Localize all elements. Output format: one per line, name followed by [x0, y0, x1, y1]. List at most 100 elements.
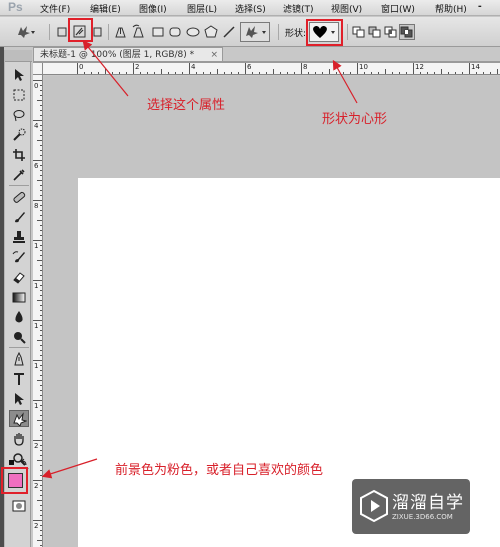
ruler-minor-tick	[84, 72, 85, 74]
bandage-icon	[13, 191, 26, 203]
ruler-tick	[33, 200, 42, 201]
ruler-minor-tick	[175, 72, 176, 74]
rectangle-option[interactable]	[151, 25, 165, 39]
menu-view[interactable]: 视图(V)	[331, 2, 362, 15]
menu-filter[interactable]: 滤镜(T)	[283, 2, 314, 15]
intersect-shape-option[interactable]	[384, 24, 398, 40]
ruler-minor-tick	[287, 72, 288, 74]
ruler-minor-tick	[98, 72, 99, 74]
ruler-minor-tick	[308, 72, 309, 74]
pen-tool-option[interactable]	[113, 24, 127, 40]
path-selection-tool[interactable]	[9, 390, 29, 407]
fill-pixels-option[interactable]	[93, 25, 103, 39]
dodge-tool[interactable]	[9, 328, 29, 345]
ruler-label: 0	[34, 82, 39, 90]
clone-stamp-tool[interactable]	[9, 228, 29, 245]
ruler-tick	[33, 360, 42, 361]
ruler-label: 1	[34, 242, 39, 250]
crop-tool[interactable]	[9, 146, 29, 163]
blur-tool[interactable]	[9, 308, 29, 325]
ruler-label: 1	[34, 362, 39, 370]
line-option[interactable]	[222, 25, 236, 39]
custom-shape-option[interactable]	[240, 22, 270, 42]
ruler-minor-tick	[40, 525, 42, 526]
ruler-minor-tick	[40, 175, 42, 176]
ruler-minor-tick	[40, 210, 42, 211]
ruler-minor-tick	[40, 110, 42, 111]
crop-icon	[13, 148, 25, 161]
subtract-shape-option[interactable]	[368, 24, 382, 40]
ruler-minor-tick	[40, 225, 42, 226]
type-icon	[14, 372, 24, 385]
gradient-icon	[12, 292, 26, 302]
menu-select[interactable]: 选择(S)	[235, 2, 266, 15]
ruler-tick	[77, 63, 78, 74]
vertical-ruler[interactable]: 0 4 6 8 1 1 1 1 1 2 2 2	[33, 75, 43, 547]
rounded-rectangle-option[interactable]	[168, 25, 182, 39]
marquee-tool[interactable]	[9, 86, 29, 103]
ruler-minor-tick	[40, 250, 42, 251]
quick-selection-tool[interactable]	[9, 126, 29, 143]
menu-edit[interactable]: 编辑(E)	[90, 2, 121, 15]
ruler-tick	[413, 63, 414, 74]
healing-brush-tool[interactable]	[9, 188, 29, 205]
freeform-pen-option[interactable]	[131, 24, 145, 40]
exclude-overlap-option[interactable]	[399, 24, 415, 40]
menu-image[interactable]: 图像(I)	[139, 2, 167, 15]
menu-file[interactable]: 文件(F)	[40, 2, 70, 15]
ruler-tick	[133, 63, 134, 74]
ruler-minor-tick	[40, 165, 42, 166]
ruler-label: 0	[79, 63, 84, 71]
close-tab-button[interactable]: ×	[210, 48, 218, 62]
eyedropper-tool[interactable]	[9, 166, 29, 183]
eraser-tool[interactable]	[9, 268, 29, 285]
polygon-option[interactable]	[204, 25, 218, 39]
line-icon	[223, 26, 235, 38]
ruler-minor-tick	[40, 295, 42, 296]
document-tab[interactable]: 未标题-1 @ 100% (图层 1, RGB/8) * ×	[33, 47, 223, 62]
ruler-tick	[33, 80, 42, 81]
quick-mask-button[interactable]	[9, 497, 29, 514]
shape-layers-option[interactable]	[56, 25, 68, 39]
ruler-minor-tick	[252, 72, 253, 74]
custom-shape-tool[interactable]	[9, 410, 29, 427]
tool-preset-picker[interactable]	[14, 24, 36, 40]
pen-tool[interactable]	[9, 350, 29, 367]
rounded-rectangle-icon	[169, 27, 181, 37]
paths-option-highlight	[68, 18, 93, 42]
ruler-minor-tick	[462, 72, 463, 74]
add-to-shape-area-option[interactable]	[352, 24, 366, 40]
ruler-minor-tick	[476, 72, 477, 74]
ruler-minor-tick	[273, 69, 274, 74]
horizontal-ruler[interactable]: 0246810121416	[43, 63, 500, 75]
ruler-minor-tick	[434, 72, 435, 74]
ruler-minor-tick	[40, 105, 42, 106]
lasso-tool[interactable]	[9, 106, 29, 123]
ruler-minor-tick	[259, 72, 260, 74]
ruler-minor-tick	[40, 395, 42, 396]
ellipse-option[interactable]	[186, 25, 200, 39]
menu-window[interactable]: 窗口(W)	[381, 2, 415, 15]
tools-panel-grip[interactable]	[5, 50, 32, 62]
ruler-minor-tick	[40, 185, 42, 186]
ruler-minor-tick	[40, 90, 42, 91]
move-tool[interactable]	[9, 66, 29, 83]
history-brush-tool[interactable]	[9, 248, 29, 265]
custom-shape-icon	[246, 26, 266, 38]
minimize-button[interactable]: -	[478, 0, 482, 12]
ruler-minor-tick	[112, 72, 113, 74]
ruler-minor-tick	[266, 72, 267, 74]
menu-layer[interactable]: 图层(L)	[187, 2, 217, 15]
ruler-minor-tick	[280, 72, 281, 74]
ruler-minor-tick	[406, 72, 407, 74]
gradient-tool[interactable]	[9, 288, 29, 305]
menu-help[interactable]: 帮助(H)	[435, 2, 467, 15]
hand-tool[interactable]	[9, 430, 29, 447]
ruler-minor-tick	[40, 290, 42, 291]
ruler-origin[interactable]	[33, 63, 43, 75]
ruler-tick	[33, 440, 42, 441]
type-tool[interactable]	[9, 370, 29, 387]
document-title: 未标题-1 @ 100% (图层 1, RGB/8) *	[40, 50, 195, 60]
brush-tool[interactable]	[9, 208, 29, 225]
ruler-minor-tick	[238, 72, 239, 74]
